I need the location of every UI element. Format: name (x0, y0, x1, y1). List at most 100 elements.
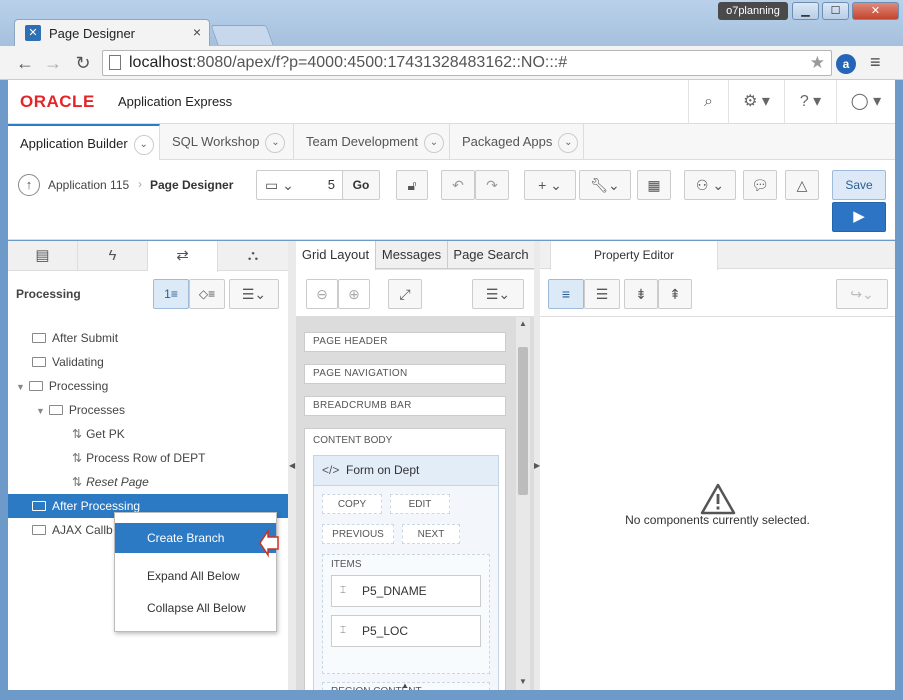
tree-node[interactable]: ⇅ Reset Page (8, 470, 288, 494)
collapse-all-icon[interactable]: ⇟ (624, 279, 658, 309)
minimize-button[interactable]: ▁ (792, 2, 819, 20)
lock-icon[interactable]: 🔓︎ (396, 170, 428, 200)
order-view-icon[interactable]: 1≡ (153, 279, 189, 309)
user-avatar-icon[interactable]: ◯ ▾ (836, 80, 895, 123)
apex-header: ORACLE Application Express ⌕ ⚙ ▾ ? ▾ ◯ ▾ (8, 80, 895, 124)
redo-icon[interactable]: ↷ (475, 170, 509, 200)
tab-property-editor[interactable]: Property Editor (550, 241, 718, 270)
item-p5-loc[interactable]: ⌶ P5_LOC (331, 615, 481, 647)
browser-tab[interactable]: ✕ Page Designer × (14, 19, 210, 46)
page-number-input[interactable]: 5 (328, 171, 335, 199)
tab-team-development[interactable]: Team Development ⌄ (294, 124, 450, 160)
scrollbar-thumb[interactable] (518, 347, 528, 495)
pointer-arrow-icon (259, 528, 279, 558)
code-icon: </> (322, 463, 340, 477)
content-body[interactable]: CONTENT BODY </> Form on Dept COPY EDIT … (304, 428, 506, 690)
expand-icon[interactable]: ⤢ (388, 279, 422, 309)
tab-messages[interactable]: Messages (376, 241, 448, 269)
administration-icon[interactable]: ⚙ ▾ (728, 80, 784, 123)
zoom-in-icon[interactable]: ⊕ (338, 279, 370, 309)
menu-item-expand-all[interactable]: Expand All Below (115, 561, 276, 591)
chevron-down-icon[interactable]: ⌄ (424, 132, 444, 153)
bookmark-star-icon[interactable]: ★ (810, 53, 825, 73)
go-button[interactable]: Go (342, 170, 380, 200)
tab-grid-layout[interactable]: Grid Layout (296, 241, 376, 270)
tab-shared-components-icon[interactable]: ⛬ (218, 241, 288, 271)
save-button[interactable]: Save (832, 170, 886, 200)
shared-components-icon[interactable]: ▦ (637, 170, 671, 200)
tab-rendering-icon[interactable]: ▤ (8, 241, 78, 271)
expand-all-icon[interactable]: ⇞ (658, 279, 692, 309)
layout-menu-icon[interactable]: ☰⌄ (472, 279, 524, 309)
tree-node[interactable]: ▼ Processes (8, 398, 288, 422)
breadcrumb-application[interactable]: Application 115 (48, 178, 129, 192)
tree-node[interactable]: ⇅ Get PK (8, 422, 288, 446)
chevron-down-icon[interactable]: ⌄ (265, 132, 286, 153)
list-view-icon[interactable]: ◇≡ (189, 279, 225, 309)
page-icon: ▭ ⌄ (265, 177, 294, 193)
show-all-icon[interactable]: ☰ (584, 279, 620, 309)
previous-button[interactable]: PREVIOUS (322, 524, 394, 544)
collapse-left-icon[interactable]: ◀ (289, 461, 295, 470)
comments-icon[interactable]: 💬︎ (743, 170, 777, 200)
zoom-out-icon[interactable]: ⊖ (306, 279, 338, 309)
menu-item-collapse-all[interactable]: Collapse All Below (115, 593, 276, 623)
up-arrow-icon[interactable]: ↑ (18, 174, 40, 196)
create-menu-button[interactable]: + ⌄ (524, 170, 576, 200)
forward-icon[interactable]: → (42, 52, 64, 74)
chevron-down-icon[interactable]: ⌄ (558, 132, 579, 153)
shapes-icon[interactable]: △ (785, 170, 819, 200)
layout-canvas: PAGE HEADER PAGE NAVIGATION BREADCRUMB B… (296, 317, 534, 690)
folder-icon (32, 524, 46, 535)
menu-dropdown-icon[interactable]: ☰⌄ (229, 279, 279, 309)
page-header-bar[interactable]: PAGE HEADER (304, 332, 506, 352)
new-tab-button[interactable] (210, 25, 274, 45)
tab-application-builder[interactable]: Application Builder ⌄ (8, 124, 160, 161)
tab-page-search[interactable]: Page Search (448, 241, 534, 269)
breadcrumb-bar[interactable]: BREADCRUMB BAR (304, 396, 506, 416)
chevron-down-icon[interactable]: ⌄ (133, 134, 154, 155)
help-icon[interactable]: ? ▾ (784, 80, 836, 123)
scroll-up-marker-icon[interactable]: ▲ (401, 681, 409, 690)
next-button[interactable]: NEXT (402, 524, 460, 544)
content-body-label: CONTENT BODY (313, 435, 393, 446)
maximize-button[interactable]: ☐ (822, 2, 849, 20)
close-tab-icon[interactable]: × (193, 24, 201, 40)
close-window-button[interactable]: ✕ (852, 2, 899, 20)
tab-dynamic-actions-icon[interactable]: ϟ (78, 241, 148, 271)
tree-node[interactable]: After Submit (8, 326, 288, 350)
folder-open-icon (28, 380, 43, 391)
tab-sql-workshop[interactable]: SQL Workshop ⌄ (160, 124, 294, 160)
region-form-on-dept[interactable]: </> Form on Dept COPY EDIT PREVIOUS NEXT… (313, 455, 499, 690)
reload-icon[interactable]: ↻ (72, 52, 94, 74)
page-select[interactable]: ▭ ⌄ 5 (256, 170, 344, 200)
item-p5-dname[interactable]: ⌶ P5_DNAME (331, 575, 481, 607)
back-icon[interactable]: ← (14, 52, 36, 74)
tree-node[interactable]: Validating (8, 350, 288, 374)
tree-node[interactable]: ▼ Processing (8, 374, 288, 398)
search-icon[interactable]: ⌕ (688, 80, 728, 123)
extension-icon[interactable]: a (836, 54, 856, 74)
caret-down-icon[interactable]: ▼ (16, 382, 25, 392)
go-to-group-icon[interactable]: ↪⌄ (836, 279, 888, 309)
tree-node[interactable]: ⇅ Process Row of DEPT (8, 446, 288, 470)
tab-packaged-apps[interactable]: Packaged Apps ⌄ (450, 124, 584, 160)
copy-button[interactable]: COPY (322, 494, 382, 514)
menu-item-create-branch[interactable]: Create Branch (115, 523, 276, 553)
browser-user-chip[interactable]: o7planning (718, 2, 788, 20)
splitter[interactable]: ◀ (288, 241, 296, 690)
undo-icon[interactable]: ↶ (441, 170, 475, 200)
text-field-icon: ⌶ (340, 585, 346, 596)
caret-down-icon[interactable]: ▼ (36, 406, 45, 416)
team-dev-icon[interactable]: ⚇ ⌄ (684, 170, 736, 200)
scroll-up-icon[interactable]: ▲ (519, 319, 527, 328)
utilities-wrench-icon[interactable]: 🔧︎⌄ (579, 170, 631, 200)
tab-processing-icon[interactable]: ⇄ (148, 241, 218, 272)
edit-button[interactable]: EDIT (390, 494, 450, 514)
browser-menu-icon[interactable]: ≡ (870, 52, 881, 73)
page-navigation-bar[interactable]: PAGE NAVIGATION (304, 364, 506, 384)
scroll-down-icon[interactable]: ▼ (519, 677, 527, 686)
address-bar[interactable]: localhost:8080/apex/f?p=4000:4500:174313… (102, 50, 832, 76)
show-common-icon[interactable]: ≡ (548, 279, 584, 309)
run-page-button[interactable]: ▶ (832, 202, 886, 232)
